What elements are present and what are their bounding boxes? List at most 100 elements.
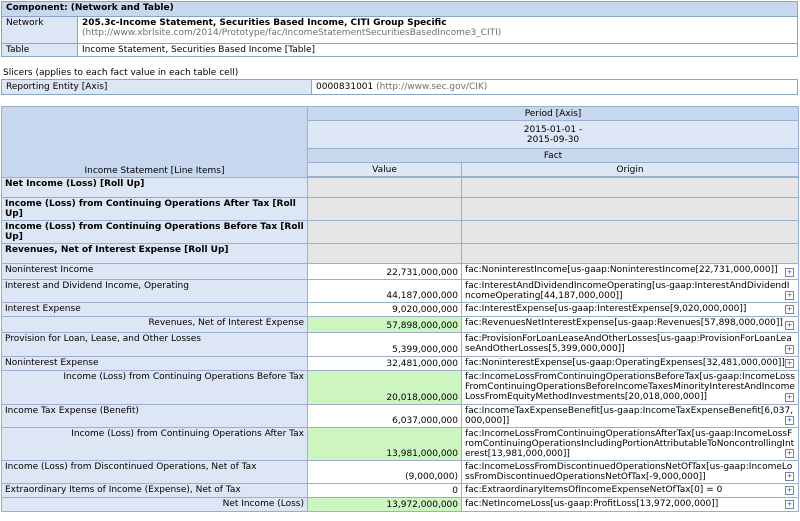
table-row: Noninterest Income 22,731,000,000 fac:Noni… (1, 263, 799, 280)
fact-header: Fact (307, 148, 799, 163)
row-origin-text: fac:IncomeLossFromDiscontinuedOperations… (465, 462, 793, 482)
row-value: 6,037,000,000 (307, 404, 462, 428)
network-title: 205.3c-Income Statement, Securities Base… (82, 18, 447, 28)
row-origin-text: fac:InterestExpense[us-gaap:InterestExpe… (465, 304, 747, 314)
expand-plus-icon[interactable]: + (785, 321, 794, 330)
row-label: Income (Loss) from Continuing Operations… (1, 370, 308, 405)
row-origin (461, 197, 799, 221)
row-origin: fac:RevenuesNetInterestExpense[us-gaap:R… (461, 316, 799, 333)
row-origin-text: fac:IncomeTaxExpenseBenefit[us-gaap:Inco… (465, 406, 794, 426)
row-origin-text: fac:RevenuesNetInterestExpense[us-gaap:R… (465, 318, 783, 328)
expand-plus-icon[interactable]: + (785, 500, 794, 509)
table-row: Noninterest Expense 32,481,000,000 fac:Non… (1, 356, 799, 371)
expand-plus-icon[interactable]: + (785, 449, 794, 458)
row-value: 0 (307, 483, 462, 498)
row-origin-text: fac:InterestAndDividendIncomeOperating[u… (465, 281, 790, 301)
expand-plus-icon[interactable]: + (785, 345, 794, 354)
origin-column-header: Origin (461, 162, 799, 177)
row-origin: fac:NoninterestExpense[us-gaap:Operating… (461, 356, 799, 371)
expand-plus-icon[interactable]: + (785, 416, 794, 425)
table-row: Income (Loss) from Discontinued Operatio… (1, 460, 799, 484)
reporting-entity-axis: Reporting Entity [Axis] (1, 79, 312, 95)
row-origin: fac:ProvisionForLoanLeaseAndOtherLosses[… (461, 332, 799, 357)
expand-plus-icon[interactable]: + (785, 393, 794, 402)
row-label: Net Income (Loss) [Roll Up] (1, 177, 308, 198)
entity-cik: 0000831001 (316, 82, 374, 92)
table-row: Provision for Loan, Lease, and Other Los… (1, 332, 799, 357)
row-origin-text: fac:IncomeLossFromContinuingOperationsBe… (465, 372, 795, 402)
row-origin-text: fac:NetIncomeLoss[us-gaap:ProfitLoss[13,… (465, 499, 719, 509)
period-range: 2015-01-01 - 2015-09-30 (307, 120, 799, 149)
table-row: Revenues, Net of Interest Expense [Roll … (1, 243, 799, 264)
table-row: Income (Loss) from Continuing Operations… (1, 427, 799, 461)
table-value: Income Statement, Securities Based Incom… (77, 43, 798, 57)
row-value: 5,399,000,000 (307, 332, 462, 357)
row-label: Interest Expense (1, 302, 308, 317)
table-row: Income Tax Expense (Benefit) 6,037,000,00… (1, 404, 799, 428)
row-origin-text: fac:IncomeLossFromContinuingOperationsAf… (465, 429, 795, 459)
row-value: 13,981,000,000 (307, 427, 462, 461)
row-label: Interest and Dividend Income, Operating (1, 279, 308, 303)
slicers-table: Reporting Entity [Axis] 0000831001 (http… (1, 79, 798, 95)
row-value (307, 243, 462, 264)
row-value: 44,187,000,000 (307, 279, 462, 303)
row-value: 22,731,000,000 (307, 263, 462, 280)
row-origin: fac:IncomeLossFromDiscontinuedOperations… (461, 460, 799, 484)
row-label: Income (Loss) from Continuing Operations… (1, 220, 308, 244)
expand-plus-icon[interactable]: + (785, 291, 794, 300)
table-label: Table (1, 43, 78, 57)
row-origin: fac:IncomeLossFromContinuingOperationsBe… (461, 370, 799, 405)
row-origin (461, 177, 799, 198)
row-origin: fac:NetIncomeLoss[us-gaap:ProfitLoss[13,… (461, 497, 799, 512)
row-value (307, 197, 462, 221)
slicers-label: Slicers (applies to each fact value in e… (3, 68, 239, 78)
row-value: 32,481,000,000 (307, 356, 462, 371)
row-value: (9,000,000) (307, 460, 462, 484)
row-origin-text: fac:NoninterestIncome[us-gaap:Noninteres… (465, 265, 778, 275)
row-origin-text: fac:ExtraordinaryItemsOfIncomeExpenseNet… (465, 485, 723, 495)
expand-plus-icon[interactable]: + (785, 472, 794, 481)
row-label: Income (Loss) from Discontinued Operatio… (1, 460, 308, 484)
row-origin: fac:InterestExpense[us-gaap:InterestExpe… (461, 302, 799, 317)
row-origin: fac:IncomeTaxExpenseBenefit[us-gaap:Inco… (461, 404, 799, 428)
income-statement-table: Income Statement [Line Items] Period [Ax… (1, 106, 799, 512)
row-label: Revenues, Net of Interest Expense [Roll … (1, 243, 308, 264)
row-label: Revenues, Net of Interest Expense (1, 316, 308, 333)
row-value: 13,972,000,000 (307, 497, 462, 512)
table-row: Interest Expense 9,020,000,000 fac:Interes… (1, 302, 799, 317)
row-origin-text: fac:ProvisionForLoanLeaseAndOtherLosses[… (465, 334, 792, 354)
line-items-header: Income Statement [Line Items] (1, 106, 308, 178)
table-row: Interest and Dividend Income, Operating 4… (1, 279, 799, 303)
table-row: Net Income (Loss) [Roll Up] (1, 177, 799, 198)
period-axis-header: Period [Axis] (307, 106, 799, 121)
row-value: 9,020,000,000 (307, 302, 462, 317)
row-origin (461, 243, 799, 264)
value-column-header: Value (307, 162, 462, 177)
table-row: Income (Loss) from Continuing Operations… (1, 197, 799, 221)
expand-plus-icon[interactable]: + (785, 359, 794, 368)
row-label: Income (Loss) from Continuing Operations… (1, 197, 308, 221)
expand-plus-icon[interactable]: + (785, 268, 794, 277)
table-row: Revenues, Net of Interest Expense 57,898,… (1, 316, 799, 333)
row-origin: fac:ExtraordinaryItemsOfIncomeExpenseNet… (461, 483, 799, 498)
row-label: Noninterest Income (1, 263, 308, 280)
row-origin (461, 220, 799, 244)
row-origin: fac:InterestAndDividendIncomeOperating[u… (461, 279, 799, 303)
row-label: Noninterest Expense (1, 356, 308, 371)
expand-plus-icon[interactable]: + (785, 486, 794, 495)
row-label: Net Income (Loss) (1, 497, 308, 512)
row-label: Provision for Loan, Lease, and Other Los… (1, 332, 308, 357)
row-label: Income (Loss) from Continuing Operations… (1, 427, 308, 461)
row-origin-text: fac:NoninterestExpense[us-gaap:Operating… (465, 358, 785, 368)
table-row: Income (Loss) from Continuing Operations… (1, 370, 799, 405)
row-value (307, 220, 462, 244)
period-to: 2015-09-30 (526, 134, 580, 145)
reporting-entity-value: 0000831001 (http://www.sec.gov/CIK) (311, 79, 798, 95)
network-url[interactable]: (http://www.xbrlsite.com/2014/Prototype/… (82, 28, 793, 38)
entity-cik-url[interactable]: (http://www.sec.gov/CIK) (376, 82, 487, 92)
network-cell: 205.3c-Income Statement, Securities Base… (77, 16, 798, 44)
row-value (307, 177, 462, 198)
period-from: 2015-01-01 - (523, 124, 583, 135)
row-label: Income Tax Expense (Benefit) (1, 404, 308, 428)
expand-plus-icon[interactable]: + (785, 305, 794, 314)
